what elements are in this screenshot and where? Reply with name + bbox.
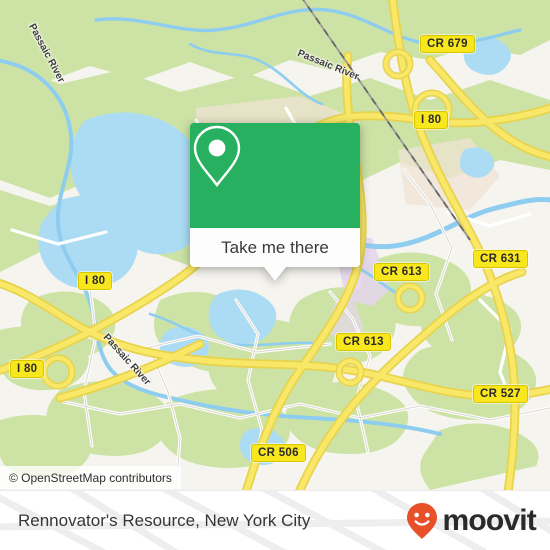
road-shield-i-80[interactable]: I 80 <box>414 111 449 129</box>
moovit-pin-icon <box>407 503 438 539</box>
road-shield-cr-527[interactable]: CR 527 <box>473 385 528 403</box>
road-shield-cr-679[interactable]: CR 679 <box>420 35 475 53</box>
location-popup-card[interactable]: Take me there <box>190 123 360 281</box>
attribution-text: © OpenStreetMap contributors <box>9 470 172 485</box>
location-title-text: Rennovator's Resource, New York City <box>18 511 311 530</box>
popup-icon-area <box>190 123 360 228</box>
road-shield-cr-613[interactable]: CR 613 <box>336 333 391 351</box>
moovit-logo[interactable]: moovit <box>405 491 537 550</box>
footer-bar: Rennovator's Resource, New York City moo… <box>0 490 550 550</box>
road-shield-i-80[interactable]: I 80 <box>10 360 45 378</box>
map-attribution[interactable]: © OpenStreetMap contributors <box>0 466 181 489</box>
page-title: Rennovator's Resource, New York City <box>18 491 310 550</box>
map-pin-icon <box>193 125 241 188</box>
map-canvas[interactable]: Passaic River Passaic River Passaic Rive… <box>0 0 550 490</box>
moovit-wordmark: moovit <box>442 504 536 537</box>
popup-action-area[interactable]: Take me there <box>190 228 360 267</box>
road-shield-i-80[interactable]: I 80 <box>78 272 113 290</box>
take-me-there-label: Take me there <box>221 237 329 257</box>
road-shield-cr-506[interactable]: CR 506 <box>251 444 306 462</box>
road-shield-cr-631[interactable]: CR 631 <box>473 250 528 268</box>
road-shield-cr-613[interactable]: CR 613 <box>374 263 429 281</box>
popup-pointer <box>264 267 286 281</box>
map-screenshot: Passaic River Passaic River Passaic Rive… <box>0 0 550 550</box>
